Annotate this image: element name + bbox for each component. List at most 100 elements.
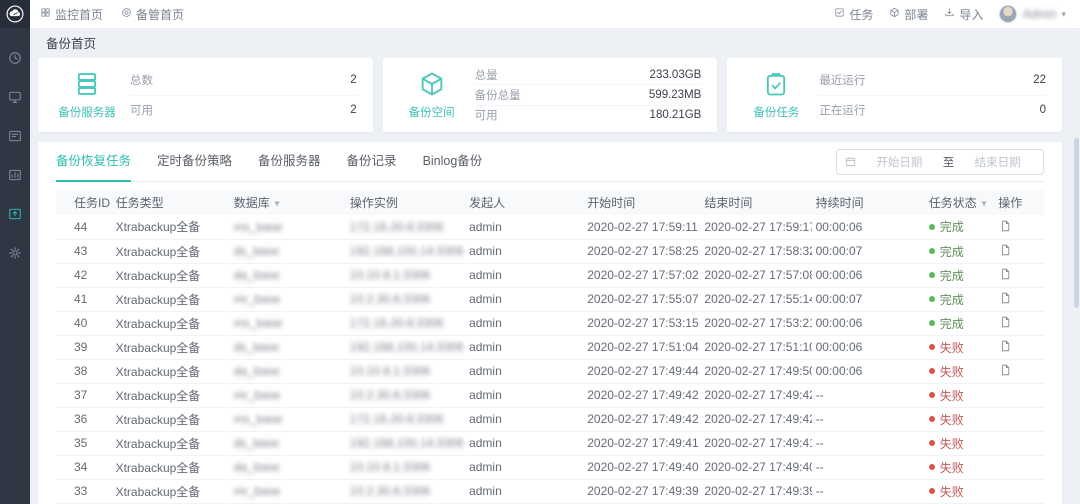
topbar-action-2[interactable]: 导入 xyxy=(944,6,983,23)
end-date-placeholder[interactable]: 结束日期 xyxy=(960,154,1035,170)
sidebar-item-settings[interactable] xyxy=(6,245,24,263)
cell-type-text: Xtrabackup全备 xyxy=(116,245,201,259)
card-icon-block: 备份空间 xyxy=(389,65,475,125)
cell-id: 43 xyxy=(56,239,112,263)
col-header-label: 发起人 xyxy=(469,196,505,210)
content: 备份首页 备份服务器总数2可用2备份空间总量233.03GB备份总量599.23… xyxy=(30,28,1080,504)
col-header-status[interactable]: 任务状态 xyxy=(925,190,995,215)
sidebar-item-monitor[interactable] xyxy=(6,89,24,107)
app-logo[interactable] xyxy=(0,0,30,28)
cell-initiator: admin xyxy=(465,359,583,383)
cell-instance-text: 10.2.30.6:3306 xyxy=(350,484,430,498)
card-stat-row: 可用2 xyxy=(130,96,357,126)
view-log-button[interactable] xyxy=(998,291,1012,305)
cell-instance-text: 172.16.20.8:3306 xyxy=(350,412,443,426)
page-scrollbar[interactable] xyxy=(1073,28,1080,504)
status-badge: 完成 xyxy=(929,291,991,308)
cell-instance-text: 192.168.100.14:3306 xyxy=(350,244,463,258)
col-header-label: 开始时间 xyxy=(587,196,635,210)
tab-2[interactable]: 备份服务器 xyxy=(258,142,321,182)
tab-0[interactable]: 备份恢复任务 xyxy=(56,142,131,182)
cell-database-text: da_base xyxy=(234,460,280,474)
cell-instance-text: 10.10.8.1:3306 xyxy=(350,460,430,474)
sidebar-item-clock[interactable] xyxy=(6,50,24,68)
cell-type-text: Xtrabackup全备 xyxy=(116,413,201,427)
cell-start-text: 2020-02-27 17:59:11 xyxy=(587,220,698,234)
stat-label: 总量 xyxy=(475,67,498,83)
filter-icon[interactable] xyxy=(273,197,281,211)
cloud-logo-icon xyxy=(5,4,25,24)
col-header-label: 操作实例 xyxy=(350,196,398,210)
topbar-action-0[interactable]: 任务 xyxy=(834,6,873,23)
cell-id: 36 xyxy=(56,407,112,431)
cell-initiator-text: admin xyxy=(469,268,502,282)
status-badge: 失败 xyxy=(929,387,991,404)
cell-instance-text: 192.168.100.14:3306 xyxy=(350,340,463,354)
cell-end-text: 2020-02-27 17:55:14 xyxy=(704,292,811,306)
cell-id-text: 40 xyxy=(74,316,87,330)
col-header-label: 持续时间 xyxy=(816,196,864,210)
cell-status: 完成 xyxy=(925,311,995,335)
sidebar-item-chart[interactable] xyxy=(6,167,24,185)
card-label: 备份服务器 xyxy=(58,104,116,120)
status-badge: 失败 xyxy=(929,363,991,380)
table-row: 36Xtrabackup全备ms_base172.16.20.8:3306adm… xyxy=(56,407,1044,431)
cell-instance-text: 192.168.100.14:3306 xyxy=(350,436,463,450)
sidebar-item-host[interactable] xyxy=(6,128,24,146)
cell-database: mr_base xyxy=(230,479,346,503)
cell-start: 2020-02-27 17:49:41 xyxy=(583,431,700,455)
cell-database-text: mr_base xyxy=(234,388,281,402)
cell-duration: 00:00:06 xyxy=(812,311,925,335)
sidebar xyxy=(0,0,30,504)
summary-card-1: 备份空间总量233.03GB备份总量599.23MB可用180.21GB xyxy=(383,58,718,132)
filter-icon[interactable] xyxy=(980,197,988,211)
tab-3[interactable]: 备份记录 xyxy=(347,142,397,182)
status-dot xyxy=(929,272,935,278)
cell-duration: -- xyxy=(812,407,925,431)
status-text: 完成 xyxy=(940,267,964,284)
sidebar-menu xyxy=(6,50,24,263)
cell-initiator-text: admin xyxy=(469,316,502,330)
summary-cards: 备份服务器总数2可用2备份空间总量233.03GB备份总量599.23MB可用1… xyxy=(38,58,1062,132)
panel-head: 备份恢复任务定时备份策略备份服务器备份记录 Binlog备份 开始日期 至 结束日… xyxy=(56,142,1044,182)
cell-initiator-text: admin xyxy=(469,244,502,258)
cell-database-text: mr_base xyxy=(234,292,281,306)
topbar-action-1[interactable]: 部署 xyxy=(889,6,928,23)
status-badge: 完成 xyxy=(929,218,991,235)
cell-id: 42 xyxy=(56,263,112,287)
user-menu[interactable]: Admin ▾ xyxy=(999,5,1066,23)
cell-start: 2020-02-27 17:49:40 xyxy=(583,455,700,479)
view-log-button[interactable] xyxy=(998,267,1012,281)
col-header-op: 操作 xyxy=(994,190,1044,215)
view-log-button[interactable] xyxy=(998,243,1012,257)
cell-database: mr_base xyxy=(230,383,346,407)
table-header-row: 任务ID任务类型数据库操作实例发起人开始时间结束时间持续时间任务状态操作 xyxy=(56,190,1044,215)
status-dot xyxy=(929,464,935,470)
col-header-database[interactable]: 数据库 xyxy=(230,190,346,215)
view-log-button[interactable] xyxy=(998,363,1012,377)
cell-start: 2020-02-27 17:49:42 xyxy=(583,407,700,431)
view-log-button[interactable] xyxy=(998,315,1012,329)
cell-type: Xtrabackup全备 xyxy=(112,431,230,455)
cell-type-text: Xtrabackup全备 xyxy=(116,317,201,331)
start-date-placeholder[interactable]: 开始日期 xyxy=(862,154,937,170)
col-header-label: 任务ID xyxy=(74,196,110,210)
cell-end: 2020-02-27 17:58:32 xyxy=(700,239,811,263)
scrollbar-thumb[interactable] xyxy=(1074,138,1079,308)
settings-icon xyxy=(8,246,22,263)
sidebar-item-backup[interactable] xyxy=(6,206,24,224)
view-log-button[interactable] xyxy=(998,339,1012,353)
status-text: 完成 xyxy=(940,291,964,308)
date-range-picker[interactable]: 开始日期 至 结束日期 xyxy=(836,149,1044,175)
tab-4[interactable]: Binlog备份 xyxy=(423,142,483,182)
cell-type-text: Xtrabackup全备 xyxy=(116,269,201,283)
tab-1[interactable]: 定时备份策略 xyxy=(157,142,232,182)
topnav-item-1[interactable]: 备管首页 xyxy=(121,6,184,23)
card-rows: 总量233.03GB备份总量599.23MB可用180.21GB xyxy=(475,65,702,125)
cell-op xyxy=(994,311,1044,335)
view-log-button[interactable] xyxy=(998,219,1012,233)
status-badge: 失败 xyxy=(929,435,991,452)
card-icon-block: 备份任务 xyxy=(733,65,819,125)
cell-id: 38 xyxy=(56,359,112,383)
topnav-item-0[interactable]: 监控首页 xyxy=(40,6,103,23)
